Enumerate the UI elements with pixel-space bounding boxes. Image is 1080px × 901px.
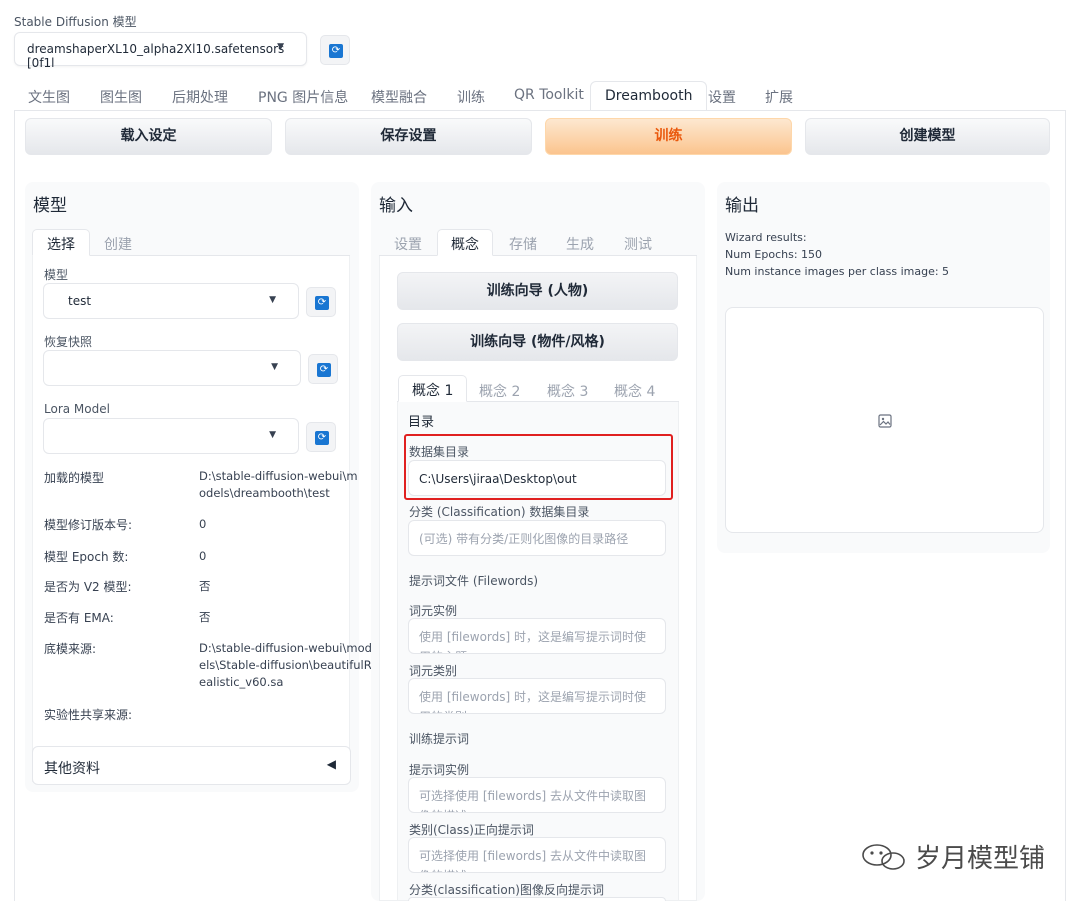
tab-settings[interactable]: 设置 (708, 81, 736, 111)
refresh-snapshot-button[interactable]: ⟳ (308, 354, 338, 384)
model-selector[interactable]: dreamshaperXL10_alpha2Xl10.safetensors [… (14, 32, 307, 70)
model-dropdown-value: test (68, 294, 92, 308)
lora-model-label: Lora Model (44, 402, 110, 416)
refresh-icon: ⟳ (317, 363, 331, 377)
class-token-input[interactable]: 使用 [filewords] 时，这是编写提示词时使用的类别 (408, 678, 666, 714)
info-epoch-value: 0 (199, 549, 207, 563)
wizard-images-per-class-line: Num instance images per class image: 5 (725, 265, 950, 278)
frame-border (1065, 110, 1066, 901)
tab-input-settings[interactable]: 设置 (394, 234, 422, 254)
class-prompt-input[interactable]: 可选择使用 [filewords] 去从文件中读取图像的描述 (408, 837, 666, 873)
info-ema-key: 是否有 EMA: (44, 611, 114, 625)
info-v2-value: 否 (199, 579, 211, 593)
wizard-results-line: Wizard results: (725, 231, 807, 244)
info-v2-key: 是否为 V2 模型: (44, 580, 132, 594)
refresh-models-button[interactable]: ⟳ (320, 35, 350, 65)
instance-token-label: 词元实例 (409, 604, 458, 618)
model-panel-title: 模型 (33, 196, 67, 216)
chevron-down-icon: ▼ (269, 430, 276, 440)
model-dropdown[interactable]: test ▼ (43, 283, 299, 319)
output-image-area (725, 307, 1044, 533)
train-button[interactable]: 训练 (545, 118, 792, 155)
tab-input-saving[interactable]: 存储 (509, 234, 537, 254)
class-negative-prompt-label: 分类(classification)图像反向提示词 (409, 883, 604, 897)
collapse-triangle-icon: ◀ (326, 757, 336, 771)
model-field-label: 模型 (44, 268, 69, 282)
info-loaded-model-value: D:\stable-diffusion-webui\models\dreambo… (199, 469, 358, 500)
info-loaded-model-key: 加载的模型 (44, 471, 105, 485)
tab-input-generate[interactable]: 生成 (566, 234, 594, 254)
chevron-down-icon: ▼ (277, 42, 284, 52)
class-prompt-label: 类别(Class)正向提示词 (409, 823, 534, 837)
watermark: 岁月模型铺 (861, 840, 1045, 876)
chevron-down-icon: ▼ (271, 362, 278, 372)
image-icon (878, 414, 892, 428)
info-ema-value: 否 (199, 610, 211, 624)
instance-prompt-label: 提示词实例 (409, 763, 470, 777)
highlight-annotation (404, 434, 673, 500)
create-model-button[interactable]: 创建模型 (805, 118, 1050, 155)
tab-divider (14, 110, 1066, 111)
input-panel-title: 输入 (379, 196, 413, 216)
wizard-person-button[interactable]: 训练向导 (人物) (397, 272, 678, 310)
tab-concept-3[interactable]: 概念 3 (547, 381, 588, 401)
class-negative-prompt-input[interactable] (408, 897, 666, 901)
info-shared-source-key: 实验性共享来源: (44, 708, 133, 722)
tab-checkpoint-merger[interactable]: 模型融合 (371, 81, 427, 111)
refresh-model-list-button[interactable]: ⟳ (306, 287, 336, 317)
wizard-results-text: Wizard results: Num Epochs: 150 Num inst… (725, 229, 949, 280)
tab-select-model[interactable]: 选择 (32, 229, 90, 256)
info-epoch-key: 模型 Epoch 数: (44, 550, 129, 564)
other-info-label: 其他资料 (44, 761, 100, 777)
tab-concept-4[interactable]: 概念 4 (614, 381, 655, 401)
instance-token-input[interactable]: 使用 [filewords] 时，这是编写提示词时使用的主题 (408, 618, 666, 654)
model-selector-value: dreamshaperXL10_alpha2Xl10.safetensors [… (27, 42, 285, 70)
chevron-down-icon: ▼ (269, 295, 276, 305)
save-settings-button[interactable]: 保存设置 (285, 118, 532, 155)
class-dataset-dir-label: 分类 (Classification) 数据集目录 (409, 505, 590, 519)
refresh-icon: ⟳ (315, 431, 329, 445)
info-source-value: D:\stable-diffusion-webui\models\Stable-… (199, 641, 372, 689)
other-info-accordion[interactable]: 其他资料 ◀ (32, 746, 351, 785)
refresh-lora-button[interactable]: ⟳ (306, 422, 336, 452)
info-revision-value: 0 (199, 517, 207, 531)
tab-qr-toolkit[interactable]: QR Toolkit (514, 81, 584, 111)
instance-prompt-input[interactable]: 可选择使用 [filewords] 去从文件中读取图像的描述 (408, 777, 666, 813)
tab-extras[interactable]: 后期处理 (172, 81, 228, 111)
info-revision-key: 模型修订版本号: (44, 518, 133, 532)
class-dataset-dir-input[interactable]: (可选) 带有分类/正则化图像的目录路径 (408, 520, 666, 556)
tab-input-concepts[interactable]: 概念 (437, 229, 493, 256)
tab-input-testing[interactable]: 测试 (624, 234, 652, 254)
refresh-icon: ⟳ (315, 296, 329, 310)
tab-extensions[interactable]: 扩展 (765, 81, 793, 111)
tab-train[interactable]: 训练 (457, 81, 485, 111)
wizard-object-style-button[interactable]: 训练向导 (物件/风格) (397, 323, 678, 361)
wechat-icon (862, 844, 905, 870)
tab-img2img[interactable]: 图生图 (100, 81, 142, 111)
refresh-icon: ⟳ (329, 44, 343, 58)
directory-heading: 目录 (408, 415, 435, 430)
snapshot-field-label: 恢复快照 (44, 335, 93, 349)
train-prompts-heading: 训练提示词 (409, 732, 470, 746)
filewords-heading: 提示词文件 (Filewords) (409, 574, 539, 588)
model-selector-label: Stable Diffusion 模型 (14, 15, 137, 29)
watermark-text: 岁月模型铺 (915, 844, 1046, 874)
tab-concept-2[interactable]: 概念 2 (479, 381, 520, 401)
tab-txt2img[interactable]: 文生图 (28, 81, 70, 111)
output-panel-title: 输出 (725, 196, 759, 216)
frame-border (14, 110, 15, 901)
tab-dreambooth[interactable]: Dreambooth (590, 81, 708, 111)
lora-model-dropdown[interactable]: ▼ (43, 418, 299, 454)
tab-png-info[interactable]: PNG 图片信息 (258, 81, 348, 111)
load-settings-button[interactable]: 载入设定 (25, 118, 272, 155)
tab-concept-1[interactable]: 概念 1 (398, 375, 468, 402)
tab-create-model[interactable]: 创建 (104, 234, 132, 254)
snapshot-dropdown[interactable]: ▼ (43, 350, 301, 386)
class-token-label: 词元类别 (409, 664, 458, 678)
wizard-epochs-line: Num Epochs: 150 (725, 248, 823, 261)
info-source-key: 底模来源: (44, 642, 97, 656)
